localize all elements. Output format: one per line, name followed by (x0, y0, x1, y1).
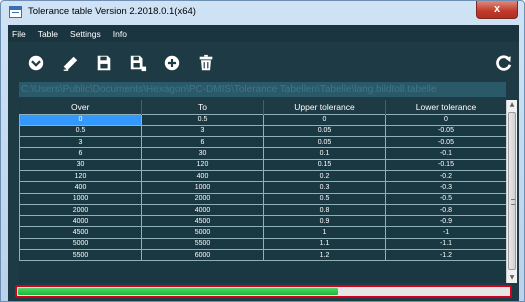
cell-upper-tolerance[interactable]: 0.1 (263, 147, 386, 160)
title-bar[interactable]: Tolerance table Version 2.2018.0.1(x64) … (1, 1, 524, 23)
column-header-lower-tolerance[interactable]: Lower tolerance (385, 100, 506, 114)
app-table-icon (9, 6, 22, 18)
cell-lower-tolerance[interactable]: -0.8 (385, 203, 506, 217)
file-path: C:\Users\Public\Documents\Hexagon\PC-DMI… (19, 82, 506, 97)
tolerance-table: Over To Upper tolerance Lower tolerance … (19, 100, 506, 283)
cell-upper-tolerance[interactable]: 0.05 (263, 124, 386, 138)
progress-fill (18, 288, 339, 295)
cell-to[interactable]: 6000 (141, 249, 264, 262)
cell-lower-tolerance[interactable]: -0.05 (385, 124, 506, 138)
menu-bar: File Table Settings Info (8, 25, 519, 42)
arrow-down-circle-icon[interactable] (26, 53, 46, 73)
close-button[interactable]: x (476, 1, 518, 19)
cell-over[interactable]: 0 (19, 113, 142, 126)
cell-to[interactable]: 30 (141, 147, 264, 160)
cell-over[interactable]: 400 (19, 181, 142, 194)
header-row: Over To Upper tolerance Lower tolerance (19, 100, 506, 114)
cell-lower-tolerance[interactable]: -0.2 (385, 169, 506, 183)
cell-lower-tolerance[interactable]: -0.3 (385, 181, 506, 194)
cell-to[interactable]: 4500 (141, 215, 264, 228)
table-row[interactable]: 0.5 3 0.05 -0.05 (19, 124, 506, 138)
cell-to[interactable]: 120 (141, 158, 264, 171)
table-row[interactable]: 30 120 0.15 -0.15 (19, 158, 506, 171)
progress-bar (15, 285, 512, 298)
save-icon[interactable] (94, 53, 114, 73)
cell-lower-tolerance[interactable]: -0.05 (385, 136, 506, 149)
cell-over[interactable]: 5500 (19, 249, 142, 262)
client-area: File Table Settings Info C:\Users\Public… (8, 25, 519, 301)
add-circle-icon[interactable] (162, 53, 182, 73)
cell-upper-tolerance[interactable]: 0.8 (263, 203, 386, 217)
save-as-icon[interactable] (128, 53, 148, 73)
cell-to[interactable]: 0.5 (141, 113, 264, 126)
menu-file[interactable]: File (12, 29, 26, 39)
column-header-to[interactable]: To (141, 100, 264, 114)
eraser-icon[interactable] (60, 53, 80, 73)
table-row[interactable]: 5000 5500 1.1 -1.1 (19, 237, 506, 251)
scroll-down-icon[interactable]: ▼ (507, 273, 517, 283)
cell-upper-tolerance[interactable]: 0.3 (263, 181, 386, 194)
cell-over[interactable]: 3 (19, 136, 142, 149)
cell-upper-tolerance[interactable]: 0.5 (263, 192, 386, 205)
cell-lower-tolerance[interactable]: -0.9 (385, 215, 506, 228)
cell-upper-tolerance[interactable]: 0.15 (263, 158, 386, 171)
cell-over[interactable]: 30 (19, 158, 142, 171)
cell-over[interactable]: 120 (19, 169, 142, 183)
cell-to[interactable]: 2000 (141, 192, 264, 205)
cell-over[interactable]: 6 (19, 147, 142, 160)
scrollbar-thumb[interactable] (508, 112, 516, 270)
cell-to[interactable]: 3 (141, 124, 264, 138)
cell-upper-tolerance[interactable]: 0 (263, 113, 386, 126)
cell-lower-tolerance[interactable]: 0 (385, 113, 506, 126)
cell-over[interactable]: 4500 (19, 226, 142, 239)
table-row[interactable]: 0 0.5 0 0 (19, 113, 506, 126)
column-header-upper-tolerance[interactable]: Upper tolerance (263, 100, 386, 114)
menu-table[interactable]: Table (38, 29, 58, 39)
cell-over[interactable]: 0.5 (19, 124, 142, 138)
cell-lower-tolerance[interactable]: -0.1 (385, 147, 506, 160)
cell-lower-tolerance[interactable]: -0.5 (385, 192, 506, 205)
table-row[interactable]: 2000 4000 0.8 -0.8 (19, 203, 506, 217)
cell-to[interactable]: 6 (141, 136, 264, 149)
table-row[interactable]: 4000 4500 0.9 -0.9 (19, 215, 506, 228)
cell-to[interactable]: 5000 (141, 226, 264, 239)
cell-to[interactable]: 5500 (141, 237, 264, 251)
window-title: Tolerance table Version 2.2018.0.1(x64) (28, 6, 196, 17)
column-header-over[interactable]: Over (19, 100, 142, 114)
cell-upper-tolerance[interactable]: 1.1 (263, 237, 386, 251)
menu-info[interactable]: Info (113, 29, 127, 39)
app-window: Tolerance table Version 2.2018.0.1(x64) … (0, 0, 525, 302)
vertical-scrollbar[interactable]: ▲ ▼ (506, 100, 517, 283)
table-row[interactable]: 400 1000 0.3 -0.3 (19, 181, 506, 194)
cell-upper-tolerance[interactable]: 0.2 (263, 169, 386, 183)
cell-upper-tolerance[interactable]: 1.2 (263, 249, 386, 262)
cell-over[interactable]: 5000 (19, 237, 142, 251)
table-row[interactable]: 1000 2000 0.5 -0.5 (19, 192, 506, 205)
cell-over[interactable]: 2000 (19, 203, 142, 217)
grip-icon (511, 199, 515, 205)
table-row[interactable]: 4500 5000 1 -1 (19, 226, 506, 239)
cell-over[interactable]: 4000 (19, 215, 142, 228)
cell-lower-tolerance[interactable]: -1.1 (385, 237, 506, 251)
refresh-icon[interactable] (494, 53, 514, 73)
cell-to[interactable]: 4000 (141, 203, 264, 217)
cell-lower-tolerance[interactable]: -1 (385, 226, 506, 239)
table-row[interactable]: 5500 6000 1.2 -1.2 (19, 249, 506, 262)
cell-over[interactable]: 1000 (19, 192, 142, 205)
table-row[interactable]: 120 400 0.2 -0.2 (19, 169, 506, 183)
cell-lower-tolerance[interactable]: -0.15 (385, 158, 506, 171)
scroll-up-icon[interactable]: ▲ (507, 100, 517, 110)
table-row[interactable]: 6 30 0.1 -0.1 (19, 147, 506, 160)
cell-upper-tolerance[interactable]: 0.9 (263, 215, 386, 228)
menu-settings[interactable]: Settings (70, 29, 101, 39)
table-row[interactable]: 3 6 0.05 -0.05 (19, 136, 506, 149)
toolbar (8, 42, 519, 82)
cell-upper-tolerance[interactable]: 0.05 (263, 136, 386, 149)
cell-to[interactable]: 1000 (141, 181, 264, 194)
delete-icon[interactable] (196, 53, 216, 73)
cell-to[interactable]: 400 (141, 169, 264, 183)
cell-lower-tolerance[interactable]: -1.2 (385, 249, 506, 262)
cell-upper-tolerance[interactable]: 1 (263, 226, 386, 239)
